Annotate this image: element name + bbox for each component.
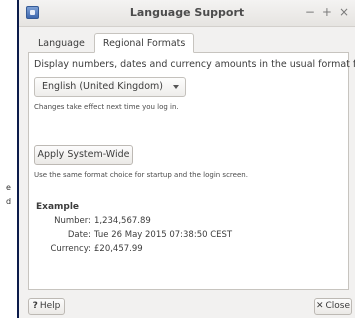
help-label: Help [39,301,61,311]
example-label: Date: [67,230,91,240]
example-label: Number: [54,216,91,226]
tab-bar: Language Regional Formats [29,33,195,53]
format-intro-text: Display numbers, dates and currency amou… [34,59,355,70]
maximize-icon[interactable]: + [322,5,332,19]
example-label: Currency: [50,244,91,254]
apply-system-wide-button[interactable]: Apply System-Wide [34,145,133,165]
window-controls: − + × [305,5,349,19]
background-text-fragment: d [6,197,12,206]
close-button[interactable]: ✕ Close [314,298,352,315]
regional-formats-panel: Display numbers, dates and currency amou… [28,52,355,290]
format-select-value: English (United Kingdom) [42,81,163,92]
tab-language[interactable]: Language [29,33,94,53]
minimize-icon[interactable]: − [305,5,315,19]
example-heading: Example [36,202,80,212]
language-support-window: Language Support − + × Language Regional… [17,0,355,318]
help-button[interactable]: ? Help [28,298,65,315]
title-bar[interactable]: Language Support − + × [19,0,355,27]
close-label: Close [325,301,351,311]
change-note: Changes take effect next time you log in… [34,103,179,111]
format-select[interactable]: English (United Kingdom) [34,77,186,97]
close-icon: ✕ [315,301,324,311]
background-text-fragment: e [6,183,11,192]
example-value: £20,457.99 [94,244,143,254]
example-value: 1,234,567.89 [94,216,151,226]
example-value: Tue 26 May 2015 07:38:50 CEST [94,230,233,240]
chevron-down-icon [173,85,179,89]
tab-regional-formats[interactable]: Regional Formats [93,33,195,53]
apply-note: Use the same format choice for startup a… [34,171,248,179]
help-icon: ? [32,301,38,311]
close-icon[interactable]: × [339,5,349,19]
